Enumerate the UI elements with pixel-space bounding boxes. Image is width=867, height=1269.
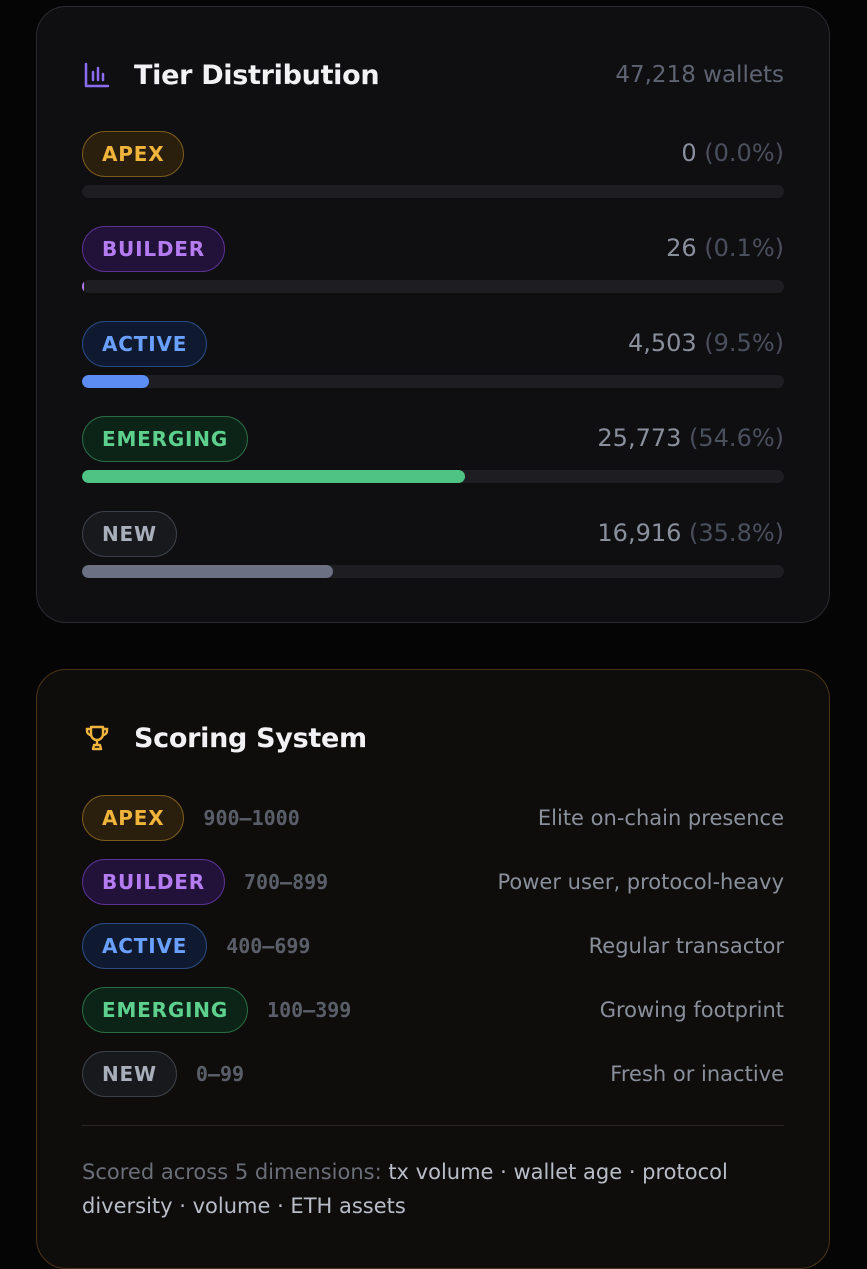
scoring-system-header: Scoring System [82, 720, 784, 756]
tier-distribution-header: Tier Distribution 47,218 wallets [82, 57, 784, 93]
tier-badge-apex: APEX [82, 795, 185, 841]
score-row-builder: BUILDER 700–899 Power user, protocol-hea… [82, 859, 784, 905]
score-range: 400–699 [226, 934, 311, 958]
tier-row-new: NEW 16,916 (35.8%) [82, 511, 784, 578]
tier-pct: (35.8%) [689, 519, 784, 547]
scoring-system-card: Scoring System APEX 900–1000 Elite on-ch… [36, 669, 830, 1269]
tier-badge-builder: BUILDER [82, 226, 225, 272]
scoring-system-title: Scoring System [134, 722, 367, 754]
scoring-footnote: Scored across 5 dimensions: tx volume · … [82, 1155, 784, 1223]
tier-bar-track-new [82, 565, 784, 578]
tier-count-new: 16,916 (35.8%) [597, 519, 784, 547]
tier-count-value: 25,773 [597, 424, 682, 452]
tier-badge-active: ACTIVE [82, 321, 208, 367]
tier-count-value: 16,916 [597, 519, 682, 547]
score-description: Power user, protocol-heavy [497, 870, 784, 894]
tier-distribution-title: Tier Distribution [134, 59, 380, 91]
tier-distribution-card: Tier Distribution 47,218 wallets APEX 0 … [36, 6, 830, 623]
tier-badge-apex: APEX [82, 131, 185, 177]
score-range: 900–1000 [203, 806, 300, 830]
tier-row-builder: BUILDER 26 (0.1%) [82, 226, 784, 293]
score-range: 100–399 [267, 998, 352, 1022]
tier-bar-fill-emerging [82, 470, 466, 483]
tier-count-value: 0 [681, 139, 697, 167]
tier-pct: (0.0%) [704, 139, 784, 167]
tier-bar-fill-active [82, 375, 149, 388]
tier-badge-emerging: EMERGING [82, 987, 249, 1033]
score-description: Fresh or inactive [610, 1062, 784, 1086]
tier-row-active: ACTIVE 4,503 (9.5%) [82, 321, 784, 388]
trophy-icon [82, 723, 112, 753]
tier-count-value: 4,503 [627, 329, 697, 357]
tier-badge-builder: BUILDER [82, 859, 225, 905]
tier-bar-track-emerging [82, 470, 784, 483]
tier-count-emerging: 25,773 (54.6%) [597, 424, 784, 452]
tier-bar-track-builder [82, 280, 784, 293]
score-row-active: ACTIVE 400–699 Regular transactor [82, 923, 784, 969]
score-row-apex: APEX 900–1000 Elite on-chain presence [82, 795, 784, 841]
footnote-prefix: Scored across 5 dimensions: [82, 1160, 389, 1184]
tier-bar-track-apex [82, 185, 784, 198]
tier-pct: (0.1%) [704, 234, 784, 262]
tier-count-apex: 0 (0.0%) [681, 139, 784, 167]
score-row-emerging: EMERGING 100–399 Growing footprint [82, 987, 784, 1033]
tier-bar-track-active [82, 375, 784, 388]
score-row-new: NEW 0–99 Fresh or inactive [82, 1051, 784, 1097]
tier-badge-emerging: EMERGING [82, 416, 249, 462]
score-range: 0–99 [195, 1062, 245, 1086]
score-description: Growing footprint [599, 998, 784, 1022]
divider [82, 1125, 784, 1126]
tier-badge-active: ACTIVE [82, 923, 208, 969]
tier-bar-fill-new [82, 565, 334, 578]
tier-badge-new: NEW [82, 511, 177, 557]
tier-row-emerging: EMERGING 25,773 (54.6%) [82, 416, 784, 483]
tier-count-builder: 26 (0.1%) [666, 234, 784, 262]
tier-pct: (9.5%) [704, 329, 784, 357]
tier-count-value: 26 [666, 234, 697, 262]
bar-chart-icon [82, 60, 112, 90]
score-range: 700–899 [243, 870, 329, 894]
tier-badge-new: NEW [82, 1051, 177, 1097]
score-description: Regular transactor [588, 934, 784, 958]
score-description: Elite on-chain presence [537, 806, 784, 830]
tier-row-apex: APEX 0 (0.0%) [82, 131, 784, 198]
tier-bar-fill-builder [82, 280, 85, 293]
wallet-total: 47,218 wallets [615, 62, 784, 88]
tier-pct: (54.6%) [689, 424, 784, 452]
tier-count-active: 4,503 (9.5%) [628, 329, 784, 357]
